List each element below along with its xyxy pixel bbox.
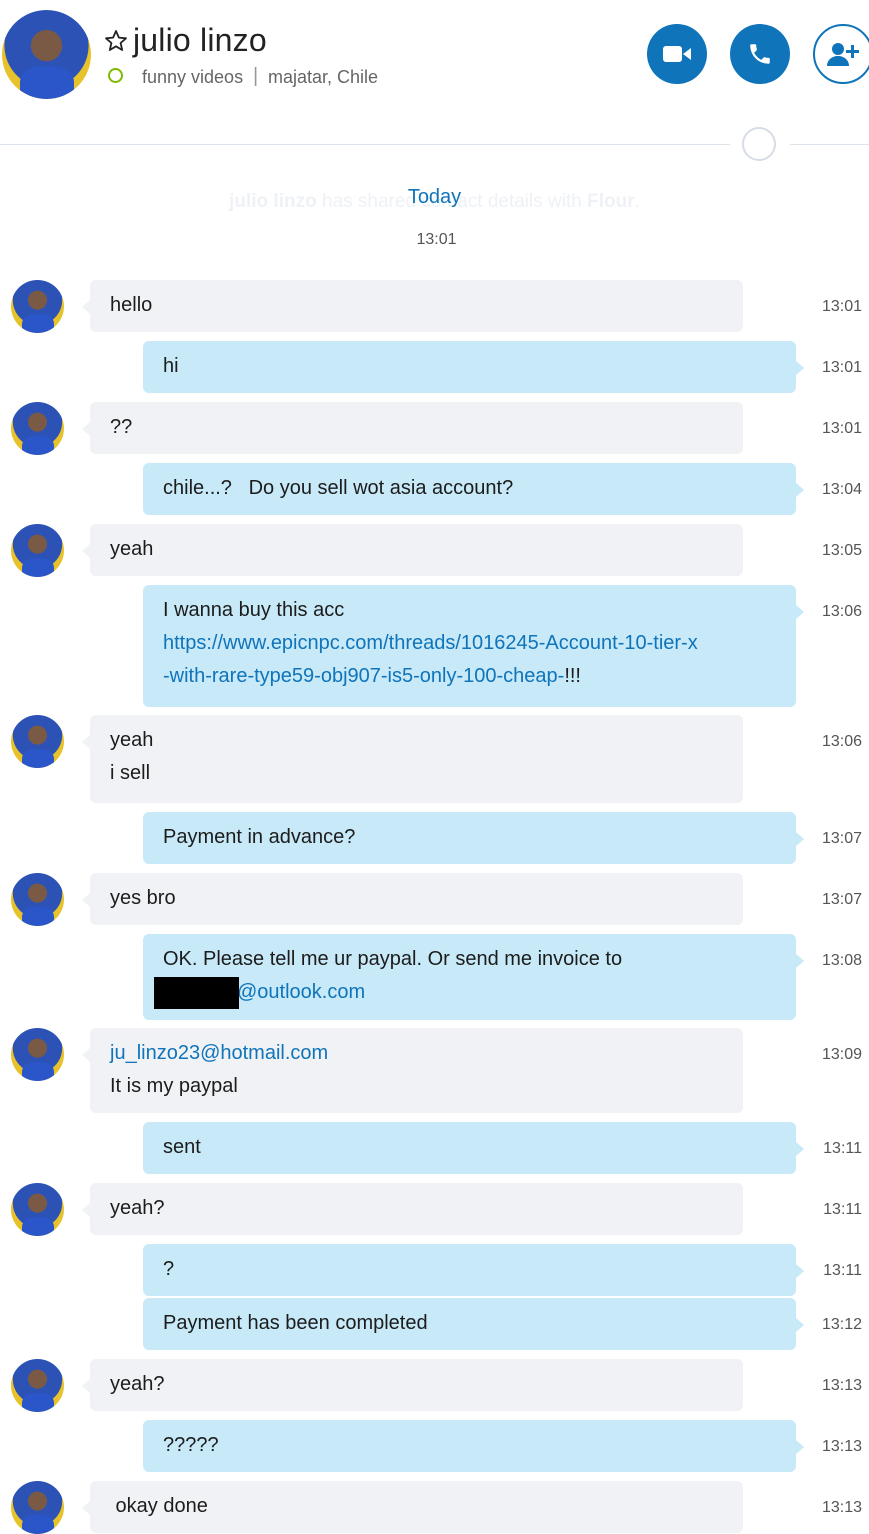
message-time: 13:13 xyxy=(821,1377,862,1394)
message-text: OK. Please tell me ur paypal. Or send me… xyxy=(163,948,623,970)
message-time: 13:13 xyxy=(821,1438,862,1455)
outgoing-message[interactable]: Payment has been completed xyxy=(143,1298,804,1350)
message-text: hello xyxy=(110,294,153,316)
message-time: 13:05 xyxy=(821,542,862,559)
message-time: 13:08 xyxy=(821,952,862,969)
incoming-message[interactable]: hello xyxy=(82,280,743,332)
message-text: okay done xyxy=(110,1495,208,1517)
star-icon[interactable] xyxy=(104,29,128,53)
message-text: yeah xyxy=(110,729,154,751)
message-text-suffix: !!! xyxy=(564,665,581,687)
contact-avatar[interactable] xyxy=(2,10,91,99)
conversation-header: julio linzo funny videos | majatar, Chil… xyxy=(0,0,869,120)
outgoing-message[interactable]: I wanna buy this acc https://www.epicnpc… xyxy=(143,585,804,707)
message-time: 13:11 xyxy=(823,1262,862,1279)
video-call-button[interactable] xyxy=(647,24,707,84)
phone-icon xyxy=(750,44,770,64)
email-link[interactable]: ju_linzo23@hotmail.com xyxy=(110,1042,328,1064)
outgoing-message[interactable]: chile...? Do you sell wot asia account? xyxy=(143,463,804,515)
outgoing-message[interactable]: ? xyxy=(143,1244,804,1296)
message-time: 13:01 xyxy=(821,420,862,437)
header-separator: | xyxy=(253,65,259,87)
message-text: ? xyxy=(163,1258,175,1280)
message-link[interactable]: https://www.epicnpc.com/threads/1016245-… xyxy=(163,632,698,654)
message-text: yeah xyxy=(110,538,154,560)
header-divider xyxy=(0,144,730,145)
outgoing-message[interactable]: ????? xyxy=(143,1420,804,1472)
message-time: 13:06 xyxy=(821,733,862,750)
header-divider-right xyxy=(790,144,869,145)
date-separator: Today xyxy=(407,186,462,208)
message-time: 13:07 xyxy=(821,830,862,847)
message-text: sent xyxy=(163,1136,201,1158)
mood-message: funny videos xyxy=(142,67,244,87)
sender-avatar[interactable] xyxy=(11,1359,64,1412)
outgoing-message[interactable]: sent xyxy=(143,1122,804,1174)
incoming-message[interactable]: yeah i sell xyxy=(82,715,743,803)
audio-call-button[interactable] xyxy=(730,24,790,84)
message-time: 13:01 xyxy=(821,298,862,315)
message-time: 13:11 xyxy=(823,1201,862,1218)
message-text: ?? xyxy=(110,416,133,438)
sender-avatar[interactable] xyxy=(11,1481,64,1534)
message-text: yeah? xyxy=(110,1197,165,1219)
incoming-message[interactable]: yeah? xyxy=(82,1359,743,1411)
sender-avatar[interactable] xyxy=(11,715,64,768)
video-camera-icon xyxy=(663,46,691,62)
message-time: 13:11 xyxy=(823,1140,862,1157)
message-text: ????? xyxy=(163,1434,219,1456)
message-text: I wanna buy this acc xyxy=(163,599,345,621)
message-time: 13:07 xyxy=(821,891,862,908)
incoming-message[interactable]: ?? xyxy=(82,402,743,454)
message-text: i sell xyxy=(110,762,151,784)
message-time: 13:01 xyxy=(821,359,862,376)
message-time: 13:04 xyxy=(821,481,862,498)
system-message-time: 13:01 xyxy=(416,231,457,248)
add-person-icon xyxy=(827,43,859,66)
redaction-box xyxy=(154,977,239,1009)
message-text: hi xyxy=(163,355,179,377)
message-link-continued[interactable]: -with-rare-type59-obj907-is5-only-100-ch… xyxy=(163,665,564,687)
participants-icon[interactable] xyxy=(742,127,776,161)
email-link[interactable]: @outlook.com xyxy=(237,981,365,1003)
sender-avatar[interactable] xyxy=(11,402,64,455)
sender-avatar[interactable] xyxy=(11,280,64,333)
message-time: 13:12 xyxy=(821,1316,862,1333)
message-time: 13:06 xyxy=(821,603,862,620)
contact-name[interactable]: julio linzo xyxy=(133,22,267,59)
outgoing-message[interactable]: Payment in advance? xyxy=(143,812,804,864)
sender-avatar[interactable] xyxy=(11,1028,64,1081)
incoming-message[interactable]: yes bro xyxy=(82,873,743,925)
message-text: yeah? xyxy=(110,1373,165,1395)
incoming-message[interactable]: okay done xyxy=(82,1481,743,1533)
sender-avatar[interactable] xyxy=(11,524,64,577)
incoming-message[interactable]: ju_linzo23@hotmail.com It is my paypal xyxy=(82,1028,743,1113)
incoming-message[interactable]: yeah xyxy=(82,524,743,576)
incoming-message[interactable]: yeah? xyxy=(82,1183,743,1235)
message-time: 13:13 xyxy=(821,1499,862,1516)
sender-avatar[interactable] xyxy=(11,873,64,926)
message-text: It is my paypal xyxy=(110,1075,238,1097)
outgoing-message[interactable]: hi xyxy=(143,341,804,393)
contact-location: majatar, Chile xyxy=(268,67,379,87)
sender-avatar[interactable] xyxy=(11,1183,64,1236)
message-text: chile...? Do you sell wot asia account? xyxy=(163,477,514,499)
message-text: Payment in advance? xyxy=(163,826,356,848)
message-time: 13:09 xyxy=(821,1046,862,1063)
message-text: Payment has been completed xyxy=(163,1312,428,1334)
outgoing-message[interactable]: OK. Please tell me ur paypal. Or send me… xyxy=(143,934,804,1020)
message-text: yes bro xyxy=(110,887,176,909)
add-people-button[interactable] xyxy=(813,24,869,84)
presence-status-icon xyxy=(108,68,123,83)
